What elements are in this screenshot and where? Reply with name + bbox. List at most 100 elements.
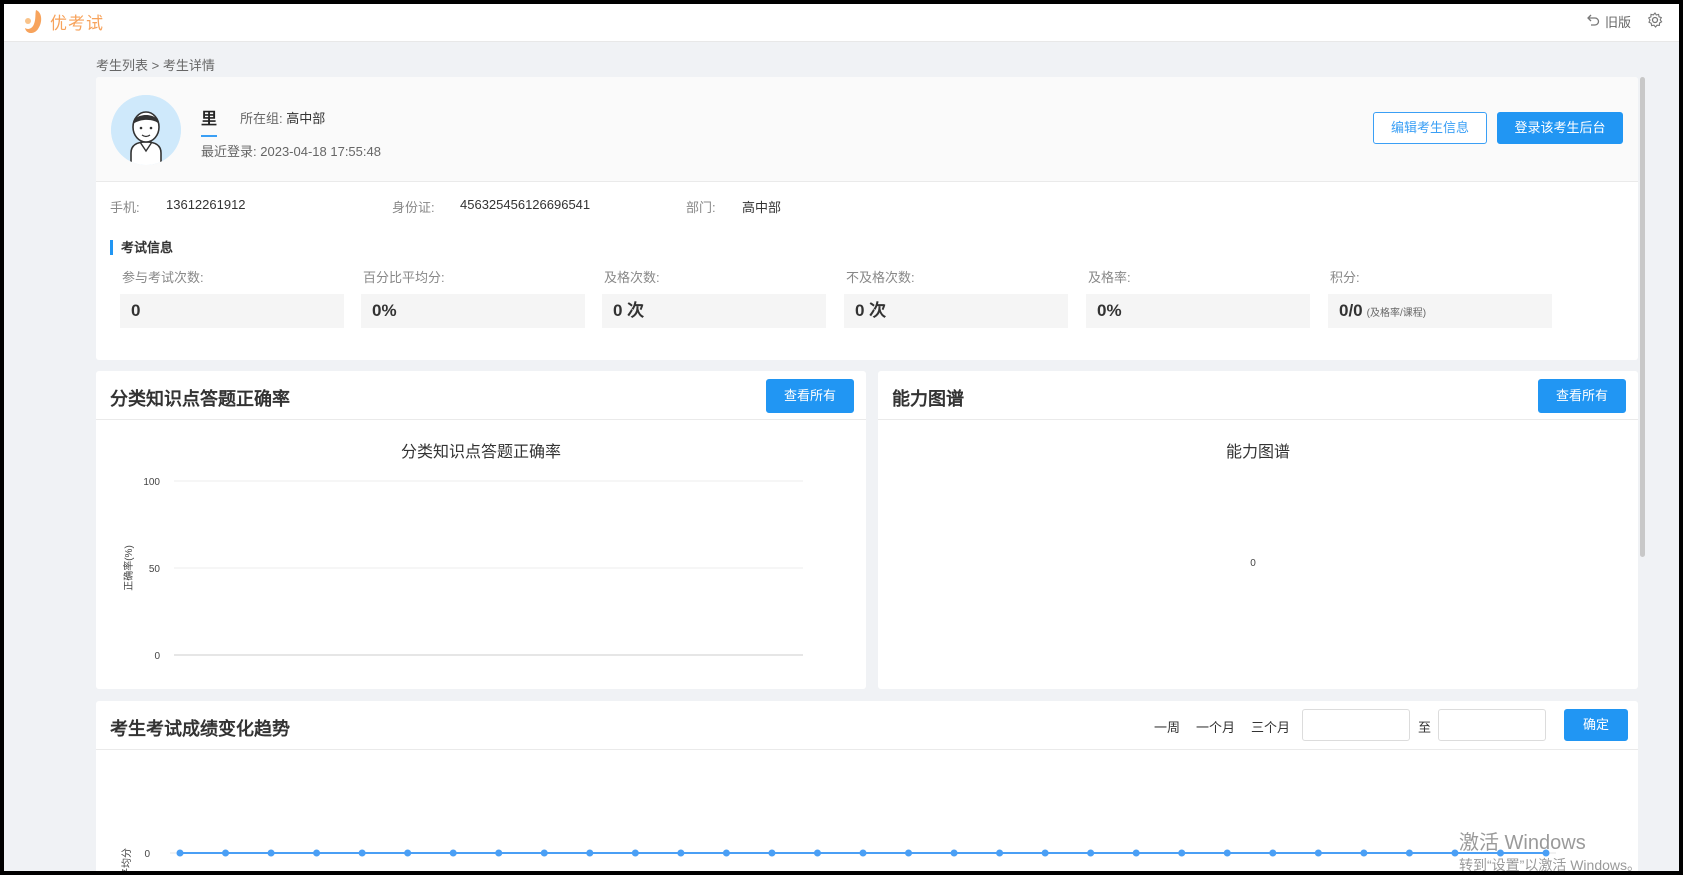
stat-label: 百分比平均分:	[363, 270, 445, 285]
trend-point	[1041, 849, 1049, 857]
user-avatar-icon	[111, 95, 181, 165]
top-bar: 优考试 旧版	[4, 4, 1679, 42]
phone-label: 手机:	[110, 200, 140, 215]
trend-point	[722, 849, 730, 857]
trend-point	[996, 849, 1004, 857]
dept-label: 部门:	[686, 200, 716, 215]
stat-points: 积分: 0/0 (及格率/课程)	[1328, 267, 1552, 328]
gear-icon	[1647, 12, 1663, 31]
trend-point	[1314, 849, 1322, 857]
trend-point	[677, 849, 685, 857]
last-login: 最近登录: 2023-04-18 17:55:48	[201, 141, 381, 160]
stat-value: 0%	[372, 301, 397, 320]
logo-text: 优考试	[50, 13, 104, 33]
settings-button[interactable]	[1647, 12, 1663, 31]
trend-point	[1360, 849, 1368, 857]
y-axis-label: 平均分	[121, 848, 133, 871]
group-label: 所在组:	[240, 111, 283, 126]
ability-map-card: 能力图谱 查看所有 能力图谱 0	[878, 371, 1638, 689]
undo-icon	[1586, 13, 1600, 30]
windows-activation-watermark: 激活 Windows	[1459, 832, 1586, 854]
breadcrumb-current: 考生详情	[162, 58, 215, 73]
stat-value-box: 0/0 (及格率/课程)	[1328, 294, 1552, 328]
trend-point	[1223, 849, 1231, 857]
stat-fail-count: 不及格次数: 0 次	[844, 267, 1068, 328]
last-login-value: 2023-04-18 17:55:48	[260, 144, 381, 159]
stat-note: (及格率/课程)	[1366, 308, 1427, 319]
student-name: 里	[201, 105, 218, 137]
stat-exam-count: 参与考试次数: 0	[120, 267, 344, 328]
stat-value-box: 0	[120, 294, 344, 328]
student-profile-card: 里 所在组: 高中部 最近登录: 2023-04-18 17:55:48 编辑考…	[96, 77, 1638, 360]
trend-point	[1405, 849, 1413, 857]
windows-activation-hint: 转到“设置”以激活 Windows。	[1459, 857, 1642, 871]
page-scrollbar[interactable]	[1640, 77, 1645, 557]
student-group: 所在组: 高中部	[240, 108, 325, 127]
stat-value-box: 0 次	[602, 294, 826, 328]
y-tick-label: 100	[143, 477, 160, 488]
y-tick-label: 50	[149, 564, 161, 575]
y-tick-label: 0	[154, 651, 160, 662]
knowledge-accuracy-chart: 0 50 100 正确率(%)	[122, 477, 803, 662]
stat-value: 0 次	[613, 301, 645, 320]
trend-point	[313, 849, 321, 857]
dept-value: 高中部	[742, 200, 782, 215]
stat-label: 及格率:	[1088, 270, 1131, 285]
radar-center-label: 0	[1250, 558, 1256, 569]
breadcrumb-separator: >	[151, 58, 160, 73]
stat-value-box: 0 次	[844, 294, 1068, 328]
score-trend-card: 考生考试成绩变化趋势 一周 一个月 三个月 至 确定 0 平均分	[96, 701, 1638, 871]
stat-label: 参与考试次数:	[122, 270, 204, 285]
stat-label: 及格次数:	[604, 270, 660, 285]
stat-pass-rate: 及格率: 0%	[1086, 267, 1310, 328]
y-axis-label: 正确率(%)	[122, 545, 135, 591]
trend-point	[1178, 849, 1186, 857]
stat-avg-percent: 百分比平均分: 0%	[361, 267, 585, 328]
logo[interactable]: 优考试	[22, 8, 104, 34]
avatar	[111, 95, 181, 165]
id-card-label: 身份证:	[392, 200, 435, 215]
stat-value-box: 0%	[1086, 294, 1310, 328]
logo-icon	[22, 8, 46, 34]
trend-point	[813, 849, 821, 857]
trend-point	[768, 849, 776, 857]
app-window: 优考试 旧版 考生列表 > 考生详情 里 所在组: 高中部 最近登录: 2023…	[4, 4, 1679, 871]
stat-value-box: 0%	[361, 294, 585, 328]
login-student-backend-button[interactable]: 登录该考生后台	[1497, 112, 1623, 144]
trend-point	[1451, 849, 1459, 857]
trend-point	[859, 849, 867, 857]
y-tick-label: 0	[144, 849, 150, 860]
trend-point	[358, 849, 366, 857]
stat-label: 不及格次数:	[846, 270, 915, 285]
breadcrumb: 考生列表 > 考生详情	[96, 55, 215, 74]
stat-value: 0	[131, 301, 141, 320]
trend-point	[1087, 849, 1095, 857]
trend-point	[631, 849, 639, 857]
last-login-label: 最近登录:	[201, 144, 257, 159]
profile-header: 里 所在组: 高中部 最近登录: 2023-04-18 17:55:48 编辑考…	[96, 77, 1638, 182]
trend-point	[449, 849, 457, 857]
trend-point	[495, 849, 503, 857]
stat-value: 0%	[1097, 301, 1122, 320]
old-version-link[interactable]: 旧版	[1586, 12, 1631, 31]
stat-pass-count: 及格次数: 0 次	[602, 267, 826, 328]
trend-point	[222, 849, 230, 857]
knowledge-accuracy-card: 分类知识点答题正确率 查看所有 分类知识点答题正确率 0 50 100 正确率(%)	[96, 371, 866, 689]
exam-info-title: 考试信息	[110, 240, 173, 255]
breadcrumb-student-list[interactable]: 考生列表	[96, 58, 148, 73]
edit-student-button[interactable]: 编辑考生信息	[1373, 112, 1487, 144]
stat-label: 积分:	[1330, 270, 1360, 285]
phone-value: 13612261912	[166, 197, 246, 212]
trend-point	[176, 849, 184, 857]
id-card-value: 456325456126696541	[460, 197, 591, 212]
trend-point	[1269, 849, 1277, 857]
trend-point	[540, 849, 548, 857]
trend-point	[267, 849, 275, 857]
stat-value: 0/0	[1339, 301, 1363, 320]
old-version-label: 旧版	[1604, 15, 1631, 30]
stat-value: 0 次	[855, 301, 887, 320]
group-value: 高中部	[286, 111, 326, 126]
score-trend-chart: 0 平均分	[121, 848, 1556, 871]
trend-point	[1132, 849, 1140, 857]
trend-point	[905, 849, 913, 857]
